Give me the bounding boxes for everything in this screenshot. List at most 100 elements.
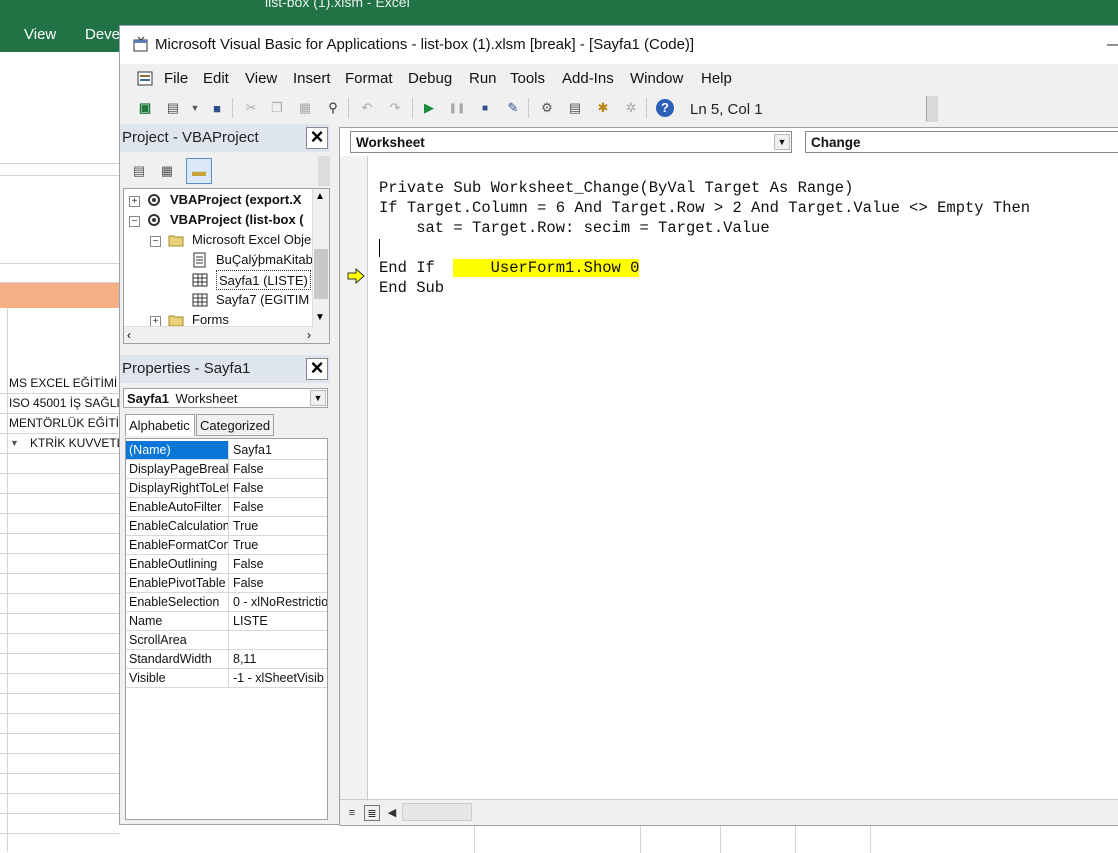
find-icon[interactable]: ⚲ (324, 99, 342, 117)
copy-icon[interactable]: ❐ (268, 99, 286, 117)
property-row[interactable]: DisplayRightToLef False (126, 479, 327, 498)
excel-cell[interactable]: MS EXCEL EĞİTİMİ (0, 374, 120, 394)
tree-item-thisworkbook[interactable]: BuÇalýþmaKitabı (216, 250, 316, 270)
expand-icon[interactable]: + (129, 196, 140, 207)
property-row[interactable]: EnableOutlining False (126, 555, 327, 574)
cut-icon[interactable]: ✂ (242, 99, 260, 117)
project-toolbar-scroll[interactable] (318, 156, 330, 186)
property-value[interactable] (230, 631, 327, 649)
property-value[interactable]: False (230, 498, 327, 516)
property-row[interactable]: (Name) Sayfa1 (126, 441, 327, 460)
project-explorer-icon[interactable]: ⚙ (538, 99, 556, 117)
scroll-left-icon[interactable]: ‹ (127, 328, 131, 342)
menu-insert[interactable]: Insert (293, 70, 331, 87)
undo-icon[interactable]: ↶ (358, 99, 376, 117)
scroll-down-icon[interactable]: ▼ (315, 312, 325, 323)
menu-tools[interactable]: Tools (510, 70, 545, 87)
property-value[interactable]: Sayfa1 (230, 441, 327, 459)
redo-icon[interactable]: ↷ (386, 99, 404, 117)
property-value[interactable]: False (230, 574, 327, 592)
view-code-icon[interactable]: ▤ (130, 162, 148, 180)
full-module-view-icon[interactable]: ≣ (364, 805, 380, 821)
tab-categorized[interactable]: Categorized (196, 414, 274, 436)
close-icon[interactable]: × (306, 357, 328, 380)
property-value[interactable]: 8,11 (230, 650, 327, 668)
tree-item-vbaproject-listbox[interactable]: VBAProject (list-box ( (170, 210, 304, 230)
excel-view-icon[interactable]: ▣ (136, 99, 154, 117)
collapse-icon[interactable]: − (129, 216, 140, 227)
property-value[interactable]: LISTE (230, 612, 327, 630)
toolbar-grip[interactable] (926, 96, 938, 122)
property-row[interactable]: StandardWidth 8,11 (126, 650, 327, 669)
menu-add-ins[interactable]: Add-Ins (562, 70, 614, 87)
excel-tab-view[interactable]: View (24, 26, 56, 43)
property-value[interactable]: -1 - xlSheetVisib (230, 669, 327, 687)
menu-help[interactable]: Help (701, 70, 732, 87)
code-margin-indicator-bar[interactable] (340, 156, 368, 801)
toolbox-icon[interactable]: ✲ (622, 99, 640, 117)
code-editor[interactable]: Private Sub Worksheet_Change(ByVal Targe… (369, 156, 1118, 801)
run-icon[interactable]: ▶ (420, 99, 438, 117)
properties-window-icon[interactable]: ▤ (566, 99, 584, 117)
chevron-down-icon[interactable]: ▼ (774, 134, 790, 150)
scroll-thumb[interactable] (314, 249, 328, 299)
excel-tab-developer[interactable]: Deve (85, 26, 120, 43)
excel-dropdown-arrow-icon[interactable]: ▼ (10, 438, 19, 448)
tab-alphabetic[interactable]: Alphabetic (125, 414, 195, 436)
procedure-dropdown[interactable]: Change (805, 131, 1118, 153)
paste-icon[interactable]: ▦ (296, 99, 314, 117)
procedure-view-icon[interactable]: ≡ (344, 805, 360, 821)
property-value[interactable]: 0 - xlNoRestrictio (230, 593, 327, 611)
code-horizontal-scrollbar[interactable] (402, 803, 472, 821)
menu-edit[interactable]: Edit (203, 70, 229, 87)
menu-file[interactable]: File (164, 70, 188, 87)
project-horizontal-scrollbar[interactable]: ‹ › (124, 326, 314, 343)
property-value[interactable]: False (230, 479, 327, 497)
property-row[interactable]: EnableSelection 0 - xlNoRestrictio (126, 593, 327, 612)
insert-userform-icon[interactable]: ▤ (164, 99, 182, 117)
property-row[interactable]: ScrollArea (126, 631, 327, 650)
property-row[interactable]: EnablePivotTable False (126, 574, 327, 593)
object-select[interactable]: Sayfa1 Worksheet ▼ (123, 388, 328, 408)
tree-item-vbaproject-export[interactable]: VBAProject (export.X (170, 190, 301, 210)
help-icon[interactable]: ? (656, 99, 674, 117)
property-row[interactable]: Name LISTE (126, 612, 327, 631)
menu-format[interactable]: Format (345, 70, 393, 87)
object-dropdown[interactable]: Worksheet ▼ (350, 131, 792, 153)
property-row[interactable]: EnableFormatCon True (126, 536, 327, 555)
scroll-left-icon[interactable]: ◀ (384, 805, 400, 821)
property-row[interactable]: DisplayPageBreak False (126, 460, 327, 479)
vba-document-icon[interactable] (135, 68, 155, 88)
break-icon[interactable]: ❚❚ (448, 99, 466, 117)
insert-dropdown-icon[interactable]: ▼ (186, 99, 204, 117)
tree-item-sayfa7[interactable]: Sayfa7 (EGITIM (216, 290, 309, 310)
property-value[interactable]: False (230, 460, 327, 478)
property-value[interactable]: False (230, 555, 327, 573)
view-object-icon[interactable]: ▦ (158, 162, 176, 180)
save-icon[interactable]: ■ (208, 99, 226, 117)
excel-cell[interactable]: ISO 45001 İŞ SAĞLI (0, 394, 120, 414)
property-value[interactable]: True (230, 536, 327, 554)
close-icon[interactable]: × (306, 126, 328, 149)
property-row[interactable]: EnableAutoFilter False (126, 498, 327, 517)
menu-run[interactable]: Run (469, 70, 497, 87)
scroll-up-icon[interactable]: ▲ (315, 191, 325, 202)
menu-debug[interactable]: Debug (408, 70, 452, 87)
toggle-folders-icon[interactable]: ▬ (186, 158, 212, 184)
design-mode-icon[interactable]: ✎ (504, 99, 522, 117)
excel-cell[interactable]: MENTÖRLÜK EĞİTİ (0, 414, 120, 434)
minimize-icon[interactable]: — (1107, 36, 1118, 54)
object-browser-icon[interactable]: ✱ (594, 99, 612, 117)
scroll-right-icon[interactable]: › (307, 328, 311, 342)
project-vertical-scrollbar[interactable]: ▲ ▼ (312, 189, 329, 343)
property-value[interactable]: True (230, 517, 327, 535)
property-row[interactable]: EnableCalculation True (126, 517, 327, 536)
tree-item-excel-objects[interactable]: Microsoft Excel Obje (192, 230, 311, 250)
property-row[interactable]: Visible -1 - xlSheetVisib (126, 669, 327, 688)
collapse-icon[interactable]: − (150, 236, 161, 247)
reset-icon[interactable]: ■ (476, 99, 494, 117)
tree-item-sayfa1[interactable]: Sayfa1 (LISTE) (216, 270, 311, 290)
menu-window[interactable]: Window (630, 70, 683, 87)
menu-view[interactable]: View (245, 70, 277, 87)
chevron-down-icon[interactable]: ▼ (310, 390, 326, 406)
